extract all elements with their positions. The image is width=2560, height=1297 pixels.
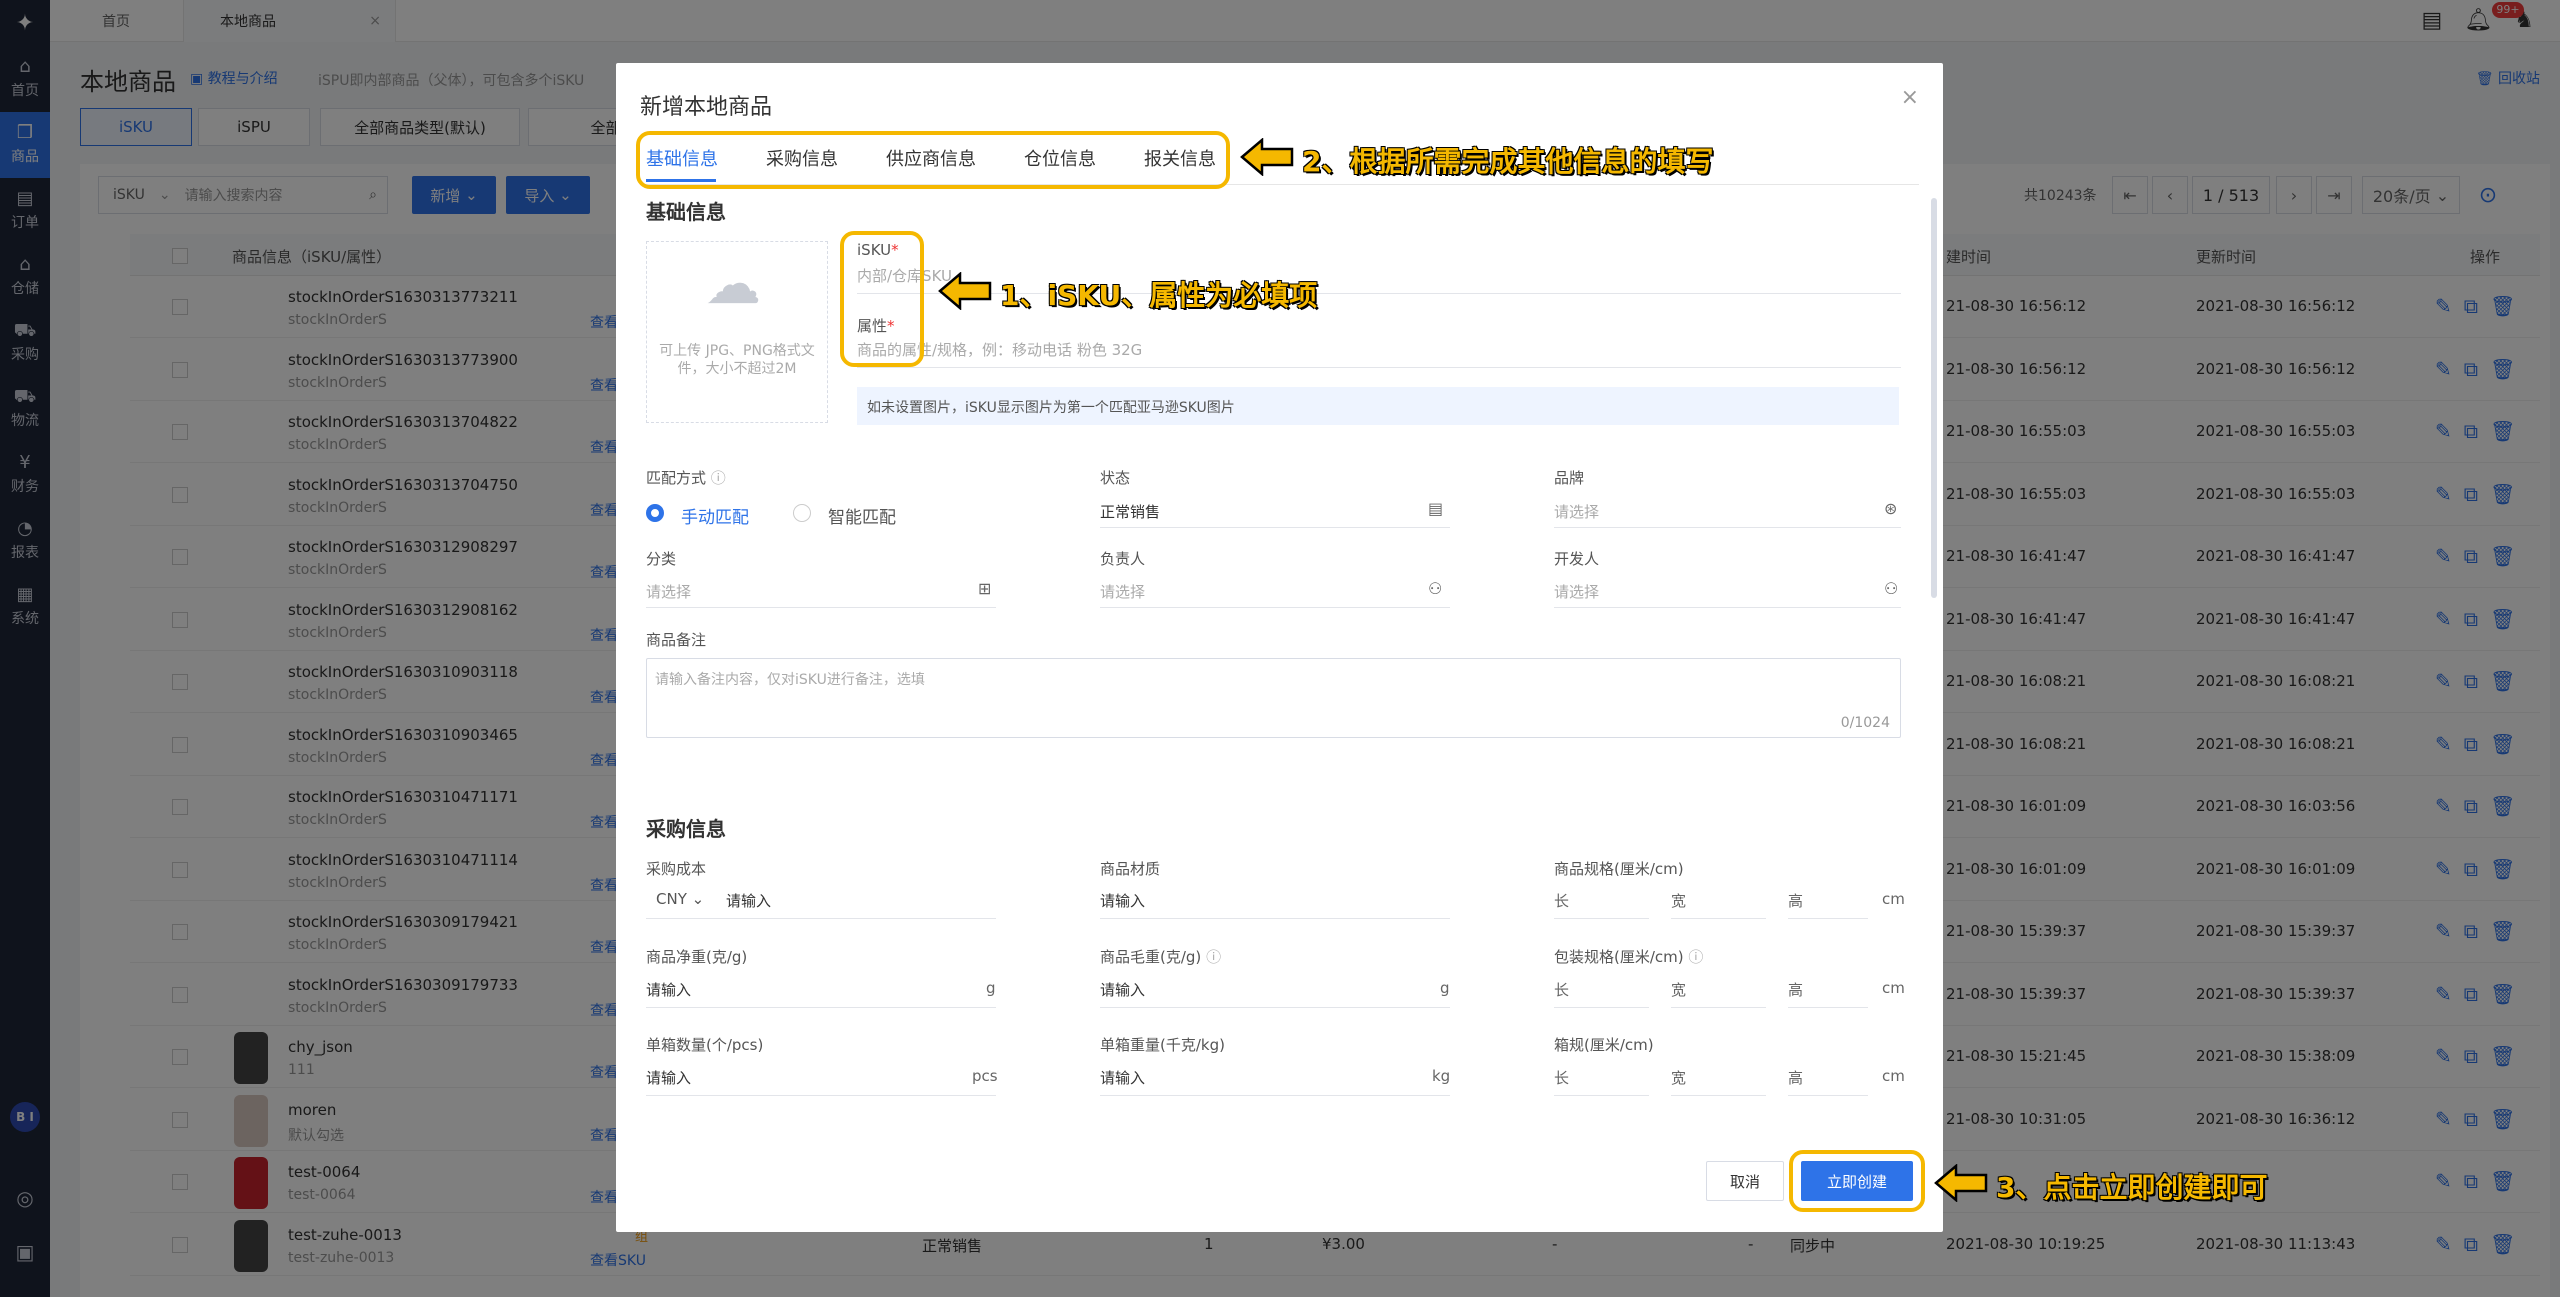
create-highlight-box — [1789, 1150, 1925, 1212]
brand-icon: ⊛ — [1884, 499, 1898, 518]
modal-scrollbar[interactable] — [1931, 198, 1937, 598]
box-qty-unit: pcs — [972, 1067, 998, 1085]
developer-select[interactable]: 请选择 — [1554, 581, 1599, 602]
help-icon[interactable]: ⓘ — [1206, 948, 1221, 966]
modal-title: 新增本地商品 — [640, 95, 773, 120]
person-icon: ⚇ — [1884, 579, 1899, 598]
image-upload[interactable]: ☁ 可上传 JPG、PNG格式文件，大小不超过2M — [646, 241, 828, 423]
arrow-left-icon — [1240, 138, 1294, 176]
pack-unit: cm — [1882, 979, 1905, 997]
developer-label: 开发人 — [1554, 550, 1600, 568]
cost-input[interactable]: 请输入 — [726, 890, 771, 911]
smart-match-radio[interactable] — [793, 504, 811, 522]
spec-length-input[interactable]: 长 — [1554, 890, 1569, 911]
match-method-label: 匹配方式 ⓘ — [646, 469, 726, 487]
owner-select[interactable]: 请选择 — [1100, 581, 1145, 602]
material-label: 商品材质 — [1100, 860, 1161, 878]
grid-icon: ⊞ — [978, 579, 992, 598]
status-label: 状态 — [1100, 469, 1131, 487]
box-weight-unit: kg — [1432, 1067, 1451, 1085]
box-width-input[interactable]: 宽 — [1671, 1067, 1686, 1088]
annotation-step-3: 3、点击立即创建即可 — [1996, 1171, 2268, 1204]
person-icon: ⚇ — [1428, 579, 1443, 598]
box-weight-input[interactable]: 请输入 — [1100, 1067, 1145, 1088]
cloud-upload-icon: ☁ — [705, 252, 761, 317]
help-icon[interactable]: ⓘ — [711, 469, 726, 487]
brand-select[interactable]: 请选择 — [1554, 501, 1599, 522]
box-spec-label: 箱规(厘米/cm) — [1554, 1036, 1654, 1054]
spec-unit: cm — [1882, 890, 1905, 908]
category-select[interactable]: 请选择 — [646, 581, 691, 602]
box-qty-input[interactable]: 请输入 — [646, 1067, 691, 1088]
list-icon: ▤ — [1428, 499, 1444, 518]
close-icon[interactable]: × — [1901, 85, 1919, 110]
annotation-step-1: 1、iSKU、属性为必填项 — [1000, 279, 1318, 312]
required-fields-highlight-box — [840, 231, 924, 367]
net-weight-unit: g — [986, 979, 996, 997]
spec-label: 商品规格(厘米/cm) — [1554, 860, 1684, 878]
status-select[interactable]: 正常销售 — [1100, 501, 1160, 522]
arrow-left-icon — [1934, 1164, 1988, 1202]
help-icon[interactable]: ⓘ — [1688, 948, 1703, 966]
cost-label: 采购成本 — [646, 860, 707, 878]
category-label: 分类 — [646, 550, 677, 568]
gross-weight-label: 商品毛重(克/g) ⓘ — [1100, 948, 1222, 966]
box-unit: cm — [1882, 1067, 1905, 1085]
image-tip: 如未设置图片，iSKU显示图片为第一个匹配亚马逊SKU图片 — [857, 387, 1899, 425]
add-product-modal: 新增本地商品 × 基础信息 采购信息 供应商信息 仓位信息 报关信息 基础信息 … — [616, 63, 1943, 1232]
box-qty-label: 单箱数量(个/pcs) — [646, 1036, 764, 1054]
manual-match-radio[interactable] — [646, 504, 664, 522]
brand-label: 品牌 — [1554, 469, 1585, 487]
currency-select[interactable]: CNY ⌄ — [656, 890, 704, 908]
purchase-section-title: 采购信息 — [646, 817, 726, 841]
box-weight-label: 单箱重量(千克/kg) — [1100, 1036, 1225, 1054]
pack-height-input[interactable]: 高 — [1788, 979, 1803, 1000]
net-weight-label: 商品净重(克/g) — [646, 948, 748, 966]
material-input[interactable]: 请输入 — [1100, 890, 1145, 911]
owner-label: 负责人 — [1100, 550, 1146, 568]
cancel-button[interactable]: 取消 — [1706, 1161, 1784, 1201]
smart-match-label[interactable]: 智能匹配 — [828, 503, 896, 528]
spec-height-input[interactable]: 高 — [1788, 890, 1803, 911]
pack-width-input[interactable]: 宽 — [1671, 979, 1686, 1000]
net-weight-input[interactable]: 请输入 — [646, 979, 691, 1000]
annotation-step-2: 2、根据所需完成其他信息的填写 — [1302, 145, 1714, 178]
remark-char-count: 0/1024 — [1840, 715, 1890, 731]
manual-match-label[interactable]: 手动匹配 — [681, 503, 749, 528]
gross-weight-unit: g — [1440, 979, 1450, 997]
pack-length-input[interactable]: 长 — [1554, 979, 1569, 1000]
box-length-input[interactable]: 长 — [1554, 1067, 1569, 1088]
tabs-highlight-box — [636, 131, 1230, 189]
arrow-left-icon — [938, 272, 992, 310]
box-height-input[interactable]: 高 — [1788, 1067, 1803, 1088]
remark-textarea[interactable]: 请输入备注内容，仅对iSKU进行备注，选填 0/1024 — [646, 658, 1901, 738]
pack-spec-label: 包装规格(厘米/cm) ⓘ — [1554, 948, 1704, 966]
gross-weight-input[interactable]: 请输入 — [1100, 979, 1145, 1000]
spec-width-input[interactable]: 宽 — [1671, 890, 1686, 911]
basic-section-title: 基础信息 — [646, 200, 726, 224]
remark-label: 商品备注 — [646, 631, 707, 649]
